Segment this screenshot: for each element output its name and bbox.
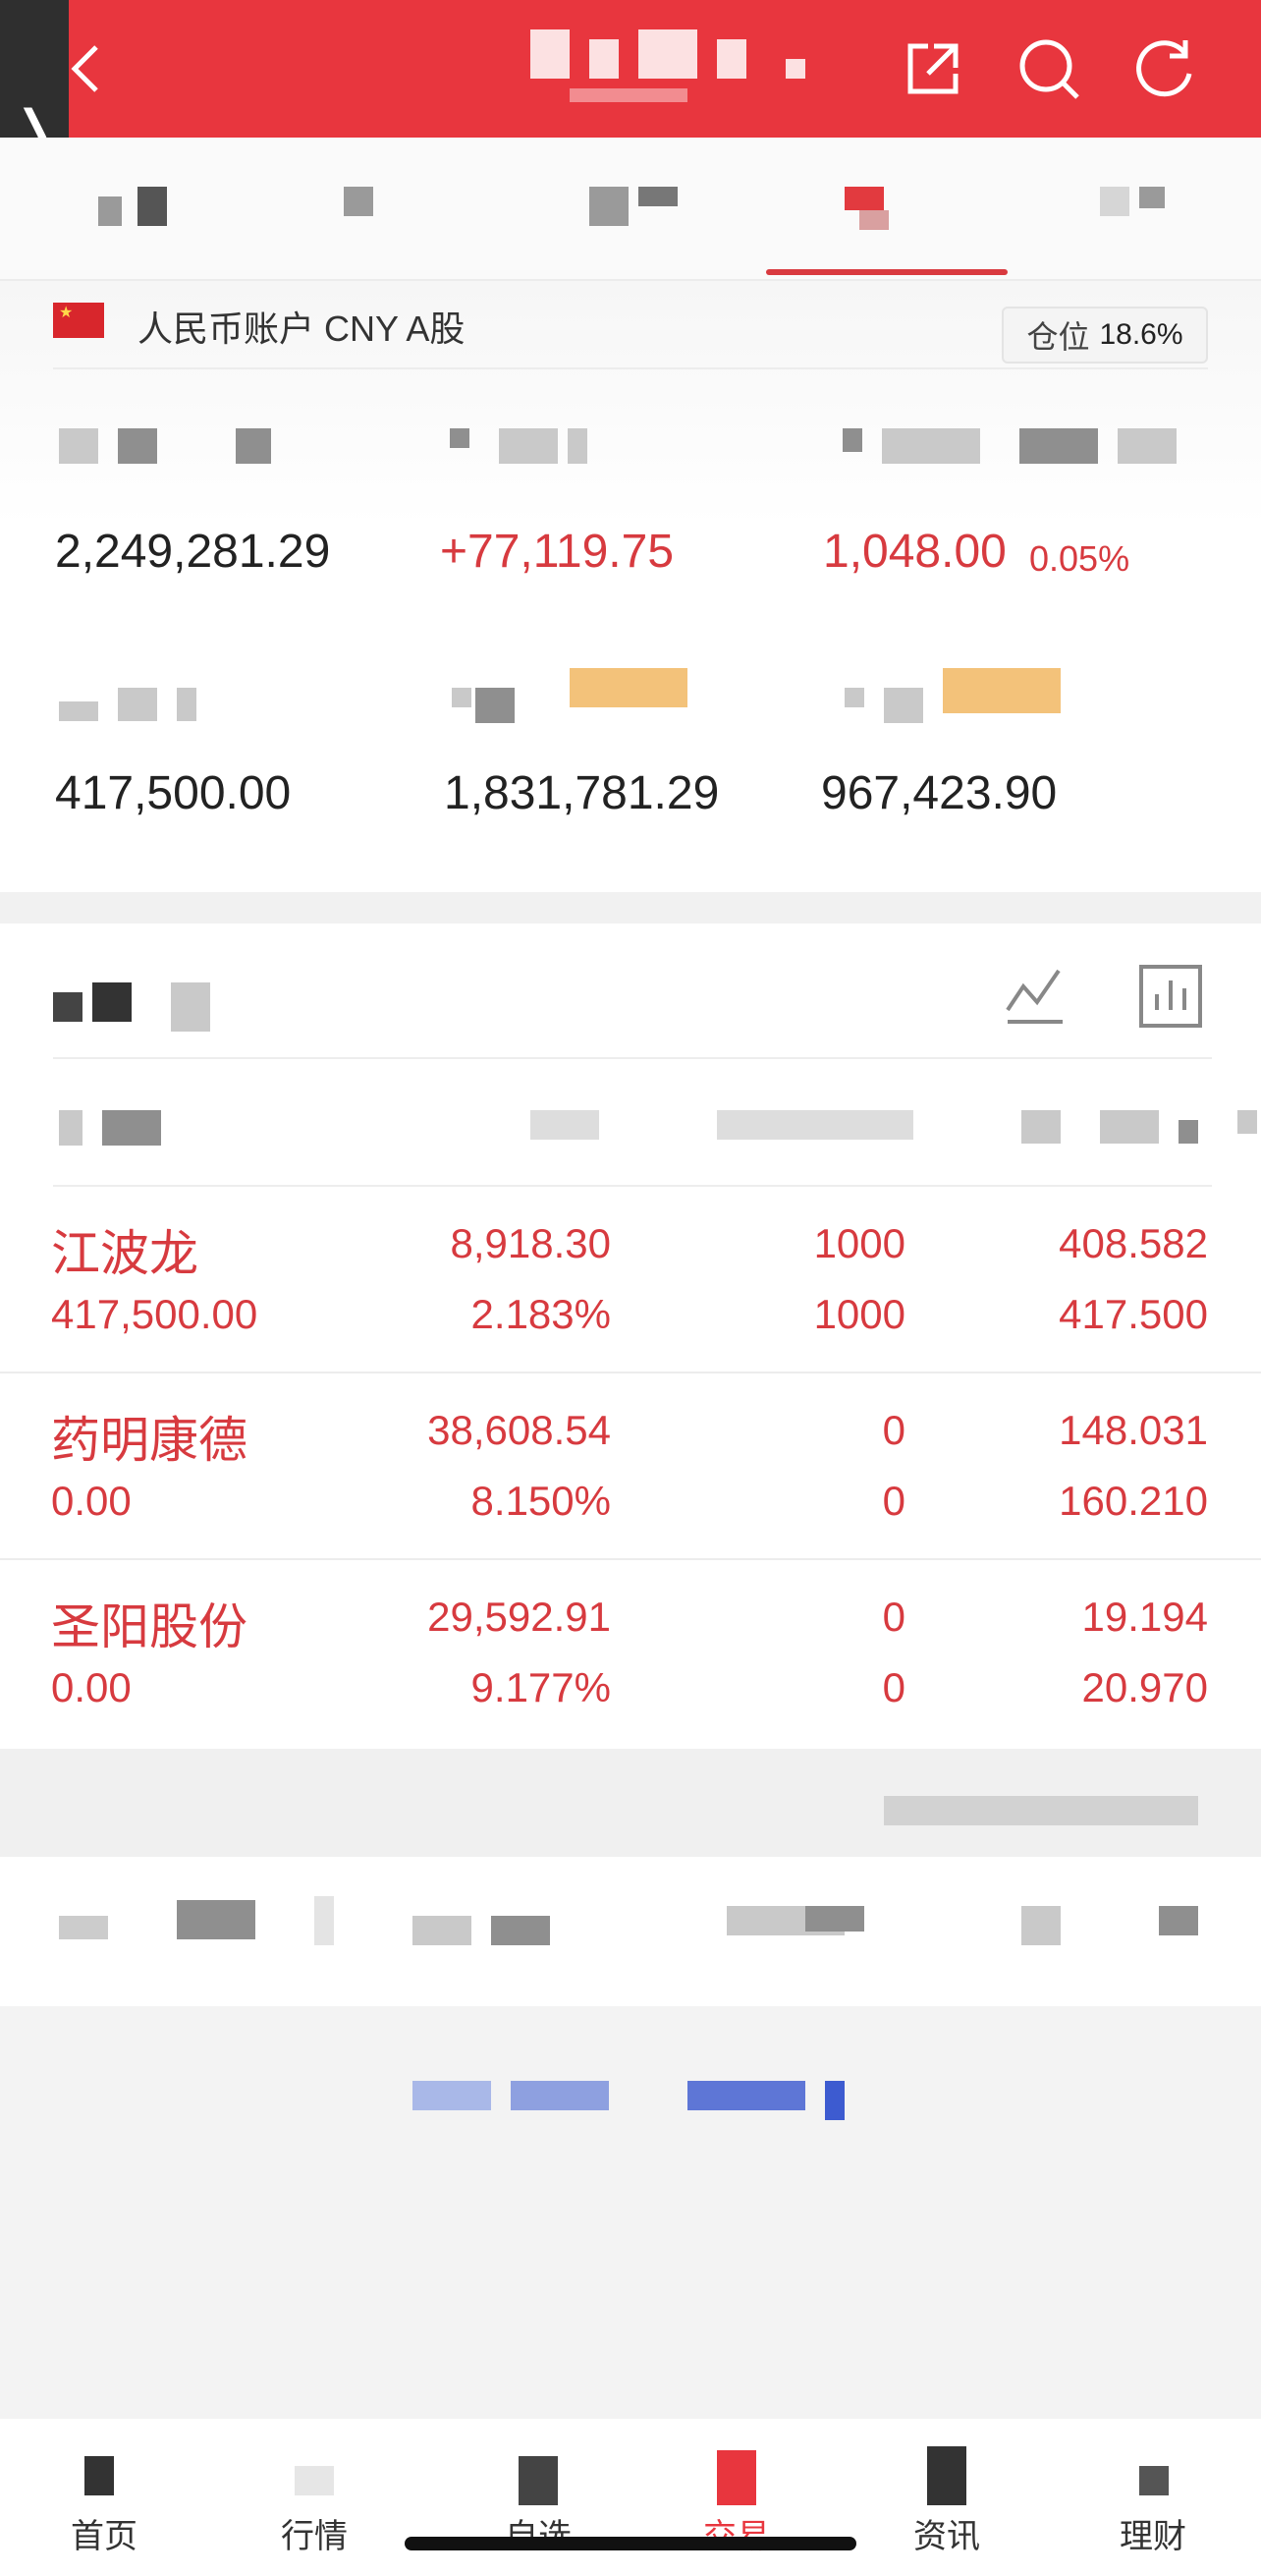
- stock-profit: 29,592.91: [427, 1594, 611, 1640]
- search-icon[interactable]: [1002, 22, 1096, 116]
- nav-wealth[interactable]: 理财: [1074, 2446, 1232, 2564]
- position-label: 仓位: [1026, 319, 1090, 355]
- stock-cost-price: 19.194: [1081, 1594, 1208, 1640]
- holding-row[interactable]: 江波龙 417,500.00 8,918.30 2.183% 1000 1000…: [0, 1187, 1261, 1373]
- line-chart-icon[interactable]: [1002, 961, 1072, 1032]
- stat-label-blurred: [843, 428, 1177, 464]
- stock-profit: 8,918.30: [450, 1220, 612, 1266]
- nav-news[interactable]: 资讯: [868, 2446, 1025, 2564]
- nav-label: 行情: [281, 2518, 348, 2555]
- summary-row-blurred: [0, 1857, 1261, 2006]
- nav-home[interactable]: 首页: [26, 2446, 183, 2564]
- stock-current-price: 160.210: [1059, 1478, 1208, 1524]
- position-badge: 仓位 18.6%: [1002, 307, 1208, 364]
- stock-holding-qty: 1000: [813, 1220, 905, 1266]
- refresh-icon[interactable]: [1118, 22, 1212, 116]
- holding-row[interactable]: 药明康德 0.00 38,608.54 8.150% 0 0 148.031 1…: [0, 1373, 1261, 1560]
- stock-name: 江波龙: [51, 1226, 198, 1281]
- stat-label-blurred: [452, 668, 687, 723]
- column-header-blurred: [530, 1110, 609, 1149]
- today-profit-value: 1,048.00: [823, 526, 1007, 578]
- news-icon: [917, 2446, 976, 2505]
- section-gap: [0, 1749, 1261, 1857]
- account-summary-card: ★ 人民币账户 CNY A股 仓位 18.6% 2,249,281.29 +77…: [0, 281, 1261, 892]
- stock-profit-pct: 9.177%: [470, 1664, 611, 1710]
- stock-name: 药明康德: [51, 1413, 247, 1468]
- stock-current-price: 20.970: [1081, 1664, 1208, 1710]
- holding-row[interactable]: 圣阳股份 0.00 29,592.91 9.177% 0 0 19.194 20…: [0, 1560, 1261, 1747]
- stock-name: 圣阳股份: [51, 1599, 247, 1654]
- account-name: 人民币账户 CNY A股: [137, 308, 466, 349]
- column-header-blurred: [717, 1110, 923, 1149]
- tab-3[interactable]: [589, 187, 687, 236]
- footer-link-blurred[interactable]: [412, 2081, 845, 2120]
- stock-available-qty: 1000: [813, 1291, 905, 1337]
- tab-5[interactable]: [1100, 187, 1179, 236]
- stock-cost-price: 148.031: [1059, 1407, 1208, 1453]
- account-tabs: [0, 138, 1261, 281]
- china-flag-icon: ★: [53, 303, 104, 338]
- tab-2[interactable]: [334, 187, 393, 236]
- stock-available-qty: 0: [882, 1664, 905, 1710]
- watchlist-icon: [509, 2446, 568, 2505]
- bar-chart-icon[interactable]: [1135, 961, 1206, 1032]
- active-tab-indicator: [766, 269, 1008, 275]
- stat-label-blurred: [59, 688, 206, 723]
- home-icon: [75, 2446, 134, 2505]
- wealth-icon: [1124, 2446, 1182, 2505]
- withdrawable-funds-value: 967,423.90: [821, 767, 1058, 819]
- stock-market-value: 0.00: [51, 1478, 132, 1524]
- section-gap: [0, 892, 1261, 924]
- holdings-card: 江波龙 417,500.00 8,918.30 2.183% 1000 1000…: [0, 924, 1261, 1749]
- total-assets-value: 2,249,281.29: [55, 526, 331, 578]
- column-header-blurred: [1021, 1110, 1257, 1149]
- share-icon[interactable]: [886, 22, 980, 116]
- stock-market-value: 0.00: [51, 1664, 132, 1710]
- holdings-title-blurred: [53, 982, 220, 1032]
- column-header-blurred: [59, 1110, 177, 1149]
- divider: [53, 1057, 1212, 1059]
- footer-area: [0, 2006, 1261, 2419]
- trade-icon: [707, 2446, 766, 2505]
- tab-1[interactable]: [98, 187, 187, 236]
- tab-4-active[interactable]: [840, 187, 948, 236]
- header-title-blurred: [511, 29, 825, 108]
- bottom-nav: [0, 2419, 1261, 2576]
- stock-holding-qty: 0: [882, 1594, 905, 1640]
- position-value: 18.6%: [1099, 318, 1183, 351]
- market-icon: [285, 2446, 344, 2505]
- nav-market[interactable]: 行情: [236, 2446, 393, 2564]
- stock-holding-qty: 0: [882, 1407, 905, 1453]
- stock-market-value: 417,500.00: [51, 1291, 258, 1337]
- profit-loss-value: +77,119.75: [440, 526, 675, 578]
- available-funds-value: 1,831,781.29: [444, 767, 720, 819]
- top-app-bar: [0, 0, 1261, 138]
- stock-current-price: 417.500: [1059, 1291, 1208, 1337]
- divider: [53, 367, 1208, 369]
- stat-label-blurred: [845, 668, 1061, 723]
- stock-profit-pct: 8.150%: [470, 1478, 611, 1524]
- today-profit-percent: 0.05%: [1029, 538, 1130, 579]
- nav-label: 理财: [1120, 2518, 1186, 2555]
- stat-label-blurred: [59, 428, 295, 464]
- home-indicator: [405, 2537, 856, 2550]
- nav-label: 首页: [71, 2518, 137, 2555]
- stock-profit: 38,608.54: [427, 1407, 611, 1453]
- stat-label-blurred: [450, 428, 597, 464]
- blurred-text: [884, 1796, 1198, 1825]
- market-value-value: 417,500.00: [55, 767, 292, 819]
- stock-cost-price: 408.582: [1059, 1220, 1208, 1266]
- stock-profit-pct: 2.183%: [470, 1291, 611, 1337]
- nav-label: 资讯: [913, 2518, 980, 2555]
- stock-available-qty: 0: [882, 1478, 905, 1524]
